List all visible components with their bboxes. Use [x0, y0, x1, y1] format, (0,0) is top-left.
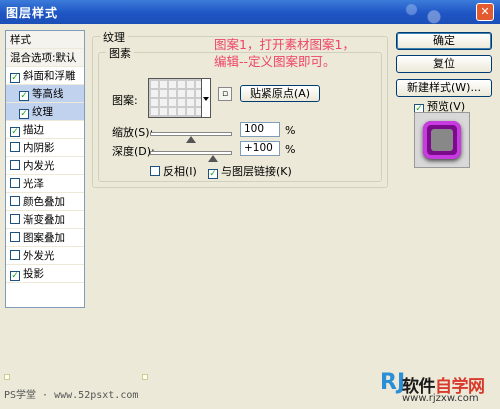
site-logo-icon: RJ: [380, 370, 406, 395]
style-item-label: 描边: [23, 124, 44, 136]
styles-list: 样式 混合选项:默认 ✓ 斜面和浮雕 ✓ 等高线 ✓ 纹理 ✓ 描边 内阴影 内发光 光泽 颜色叠加渐…: [5, 30, 85, 308]
scale-unit: %: [285, 124, 296, 137]
style-item-label: 图案叠加: [23, 232, 65, 244]
style-item-check-icon[interactable]: ✓: [10, 271, 20, 281]
style-item[interactable]: ✓ 斜面和浮雕: [6, 67, 84, 85]
depth-slider-track[interactable]: [150, 151, 232, 155]
style-item[interactable]: ✓ 投影: [6, 265, 84, 283]
style-item-label: 内发光: [23, 160, 55, 172]
style-item-check-icon[interactable]: [10, 196, 20, 206]
style-item[interactable]: 内发光: [6, 157, 84, 175]
style-item-check-icon[interactable]: [10, 232, 20, 242]
style-item-label: 投影: [23, 268, 44, 280]
style-item[interactable]: 渐变叠加: [6, 211, 84, 229]
invert-checkbox[interactable]: 反相(I): [150, 163, 197, 179]
style-item-check-icon[interactable]: ✓: [19, 109, 29, 119]
style-item-label: 斜面和浮雕: [23, 70, 76, 82]
annotation-line-2: 编辑--定义图案即可。: [214, 54, 336, 69]
style-item[interactable]: 光泽: [6, 175, 84, 193]
style-item-label: 光泽: [23, 178, 44, 190]
style-item[interactable]: 颜色叠加: [6, 193, 84, 211]
reset-button[interactable]: 复位: [396, 55, 492, 73]
site-url: www.rjzxw.com: [402, 393, 479, 404]
style-item[interactable]: ✓ 描边: [6, 121, 84, 139]
scale-label: 缩放(S):: [112, 126, 154, 139]
style-item-label: 颜色叠加: [23, 196, 65, 208]
pattern-swatch[interactable]: [148, 78, 202, 118]
style-item-check-icon[interactable]: [10, 250, 20, 260]
corner-marker-icon: [4, 374, 10, 380]
site-watermark: RJ 软件自学网 www.rjzxw.com: [380, 372, 496, 406]
style-item-check-icon[interactable]: ✓: [10, 73, 20, 83]
link-check-icon: ✓: [208, 169, 218, 179]
scale-slider-thumb[interactable]: [186, 136, 196, 143]
styles-header-label: 样式: [10, 34, 31, 46]
style-item-label: 纹理: [32, 106, 53, 118]
preview-swatch: [423, 121, 461, 159]
style-item[interactable]: ✓ 纹理: [6, 103, 84, 121]
texture-group-title: 纹理: [100, 29, 128, 45]
style-item[interactable]: ✓ 等高线: [6, 85, 84, 103]
source-watermark: PS学堂 · www.52psxt.com: [4, 390, 139, 401]
style-item-check-icon[interactable]: [10, 160, 20, 170]
new-preset-icon[interactable]: ▫: [218, 87, 232, 101]
link-with-layer-checkbox[interactable]: ✓ 与图层链接(K): [208, 163, 292, 179]
style-item[interactable]: 图案叠加: [6, 229, 84, 247]
corner-marker-icon: [142, 374, 148, 380]
style-item-label: 渐变叠加: [23, 214, 65, 226]
ok-button[interactable]: 确定: [396, 32, 492, 50]
layer-style-dialog: 样式 混合选项:默认 ✓ 斜面和浮雕 ✓ 等高线 ✓ 纹理 ✓ 描边 内阴影 内发光 光泽 颜色叠加渐…: [0, 24, 500, 409]
pattern-label: 图案:: [112, 94, 138, 107]
link-with-layer-label: 与图层链接(K): [221, 165, 292, 178]
styles-header[interactable]: 样式: [6, 31, 84, 49]
pattern-dropdown-icon[interactable]: [202, 78, 211, 118]
style-item-check-icon[interactable]: [10, 142, 20, 152]
style-preview-thumbnail: [414, 112, 470, 168]
window-title: 图层样式: [6, 6, 59, 20]
depth-slider-thumb[interactable]: [208, 155, 218, 162]
style-item-label: 内阴影: [23, 142, 55, 154]
style-item-label: 外发光: [23, 250, 55, 262]
invert-check-icon: [150, 166, 160, 176]
style-item-check-icon[interactable]: ✓: [19, 91, 29, 101]
blend-options-item[interactable]: 混合选项:默认: [6, 49, 84, 67]
style-item-check-icon[interactable]: ✓: [10, 127, 20, 137]
style-item-label: 等高线: [32, 88, 64, 100]
title-bar: 图层样式 ✕: [0, 0, 500, 24]
depth-input[interactable]: +100: [240, 141, 280, 156]
style-item[interactable]: 内阴影: [6, 139, 84, 157]
style-item[interactable]: 外发光: [6, 247, 84, 265]
style-item-check-icon[interactable]: [10, 178, 20, 188]
depth-unit: %: [285, 143, 296, 156]
scale-input[interactable]: 100: [240, 122, 280, 137]
snap-to-origin-button[interactable]: 贴紧原点(A): [240, 85, 320, 102]
depth-label: 深度(D):: [112, 145, 155, 158]
blend-options-label: 混合选项:默认: [10, 52, 77, 64]
invert-label: 反相(I): [163, 165, 197, 178]
close-button[interactable]: ✕: [476, 3, 494, 21]
annotation-line-1: 图案1，打开素材图案1，: [214, 37, 355, 52]
elements-group-title: 图素: [106, 45, 134, 61]
style-item-check-icon[interactable]: [10, 214, 20, 224]
new-style-button[interactable]: 新建样式(W)...: [396, 79, 492, 97]
windows-logo-icon: [380, 0, 470, 24]
